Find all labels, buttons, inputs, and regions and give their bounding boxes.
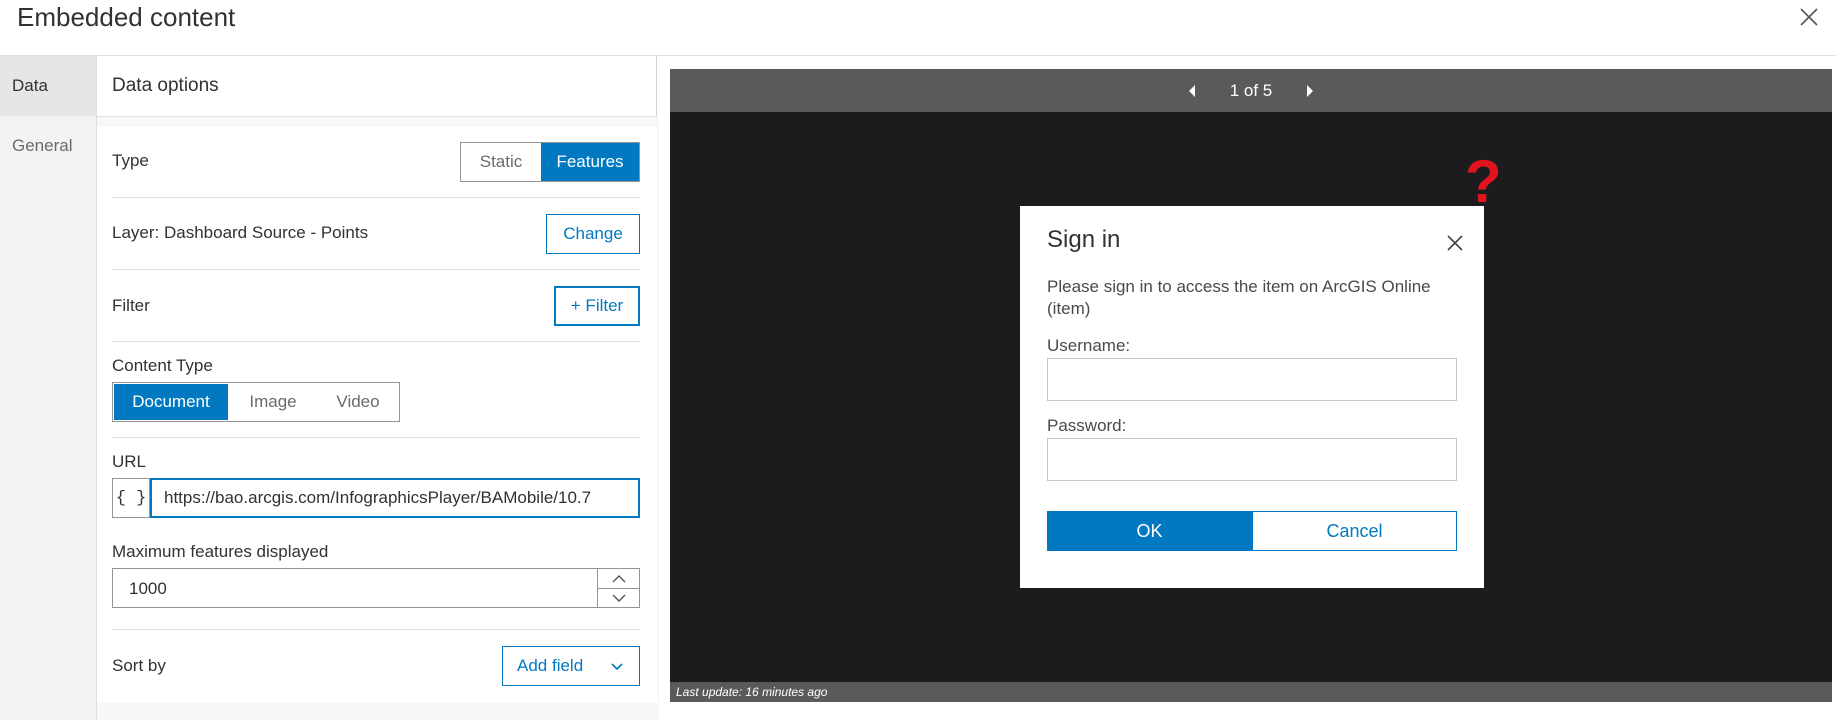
panel-title: Data options: [97, 56, 656, 117]
close-icon[interactable]: [1444, 232, 1466, 254]
question-mark-annotation: ?: [1465, 148, 1502, 215]
previous-page-button[interactable]: [1180, 79, 1204, 103]
max-features-input[interactable]: 1000: [112, 568, 640, 608]
page-indicator: 1 of 5: [1229, 80, 1273, 100]
url-field-group: { } https://bao.arcgis.com/InfographicsP…: [112, 478, 640, 518]
caret-left-icon: [1188, 84, 1195, 97]
type-label: Type: [112, 151, 149, 170]
dialog-title: Sign in: [1047, 226, 1121, 253]
password-label: Password:: [1047, 416, 1127, 435]
max-features-row: Maximum features displayed 1000: [112, 534, 640, 630]
settings-tabs: Data General: [0, 56, 97, 720]
content-type-toggle: Document Image Video: [112, 382, 400, 422]
chevron-down-icon: [611, 663, 623, 671]
preview-toolbar: 1 of 5: [670, 69, 1832, 112]
chevron-up-icon: [612, 574, 625, 582]
content-type-row: Content Type Document Image Video: [112, 342, 640, 438]
type-features-button[interactable]: Features: [541, 143, 639, 181]
sort-by-row: Sort by Add field: [112, 630, 640, 703]
window-title: Embedded content: [17, 2, 236, 32]
dialog-message: Please sign in to access the item on Arc…: [1047, 277, 1431, 318]
panel-body: Type Static Features Layer: Dashboard So…: [97, 117, 659, 720]
max-features-label: Maximum features displayed: [112, 542, 329, 561]
sort-by-label: Sort by: [112, 656, 166, 675]
url-input[interactable]: https://bao.arcgis.com/InfographicsPlaye…: [150, 478, 640, 518]
add-filter-button[interactable]: + Filter: [554, 286, 640, 326]
url-label: URL: [112, 452, 147, 471]
pager: 1 of 5: [670, 69, 1832, 112]
chevron-down-icon: [612, 594, 625, 602]
close-icon[interactable]: [1798, 6, 1820, 28]
title-bar: Embedded content: [0, 0, 1836, 56]
last-update-status: Last update: 16 minutes ago: [670, 682, 1832, 702]
data-options-panel: Data options Type Static Features Layer:…: [97, 56, 659, 720]
content-type-label: Content Type: [112, 356, 213, 375]
content-type-video-button[interactable]: Video: [318, 384, 398, 420]
add-field-label: Add field: [517, 656, 584, 675]
type-static-button[interactable]: Static: [461, 143, 541, 181]
password-input[interactable]: [1047, 438, 1457, 481]
content-type-document-button[interactable]: Document: [114, 384, 228, 420]
change-layer-button[interactable]: Change: [546, 214, 640, 254]
caret-right-icon: [1307, 84, 1314, 97]
tab-general[interactable]: General: [0, 116, 96, 176]
add-sort-field-button[interactable]: Add field: [502, 646, 640, 686]
increment-button[interactable]: [598, 569, 639, 588]
username-label: Username:: [1047, 336, 1131, 355]
next-page-button[interactable]: [1298, 79, 1322, 103]
decrement-button[interactable]: [598, 588, 639, 607]
sign-in-dialog: Sign in Please sign in to access the ite…: [1020, 206, 1484, 588]
url-row: URL { } https://bao.arcgis.com/Infograph…: [112, 438, 640, 534]
username-input[interactable]: [1047, 358, 1457, 401]
layer-row: Layer: Dashboard Source - Points Change: [112, 198, 640, 270]
max-features-value: 1000: [129, 579, 167, 598]
type-row: Type Static Features: [112, 127, 640, 198]
max-features-stepper: [597, 569, 639, 607]
type-toggle: Static Features: [460, 142, 640, 182]
ok-button[interactable]: OK: [1047, 511, 1252, 551]
cancel-button[interactable]: Cancel: [1252, 511, 1457, 551]
panel-content: Type Static Features Layer: Dashboard So…: [97, 127, 657, 703]
insert-variable-button[interactable]: { }: [112, 478, 150, 518]
filter-label: Filter: [112, 296, 150, 315]
layer-label: Layer: Dashboard Source - Points: [112, 223, 369, 242]
tab-data[interactable]: Data: [0, 56, 96, 116]
content-type-image-button[interactable]: Image: [228, 384, 318, 420]
filter-row: Filter + Filter: [112, 270, 640, 342]
